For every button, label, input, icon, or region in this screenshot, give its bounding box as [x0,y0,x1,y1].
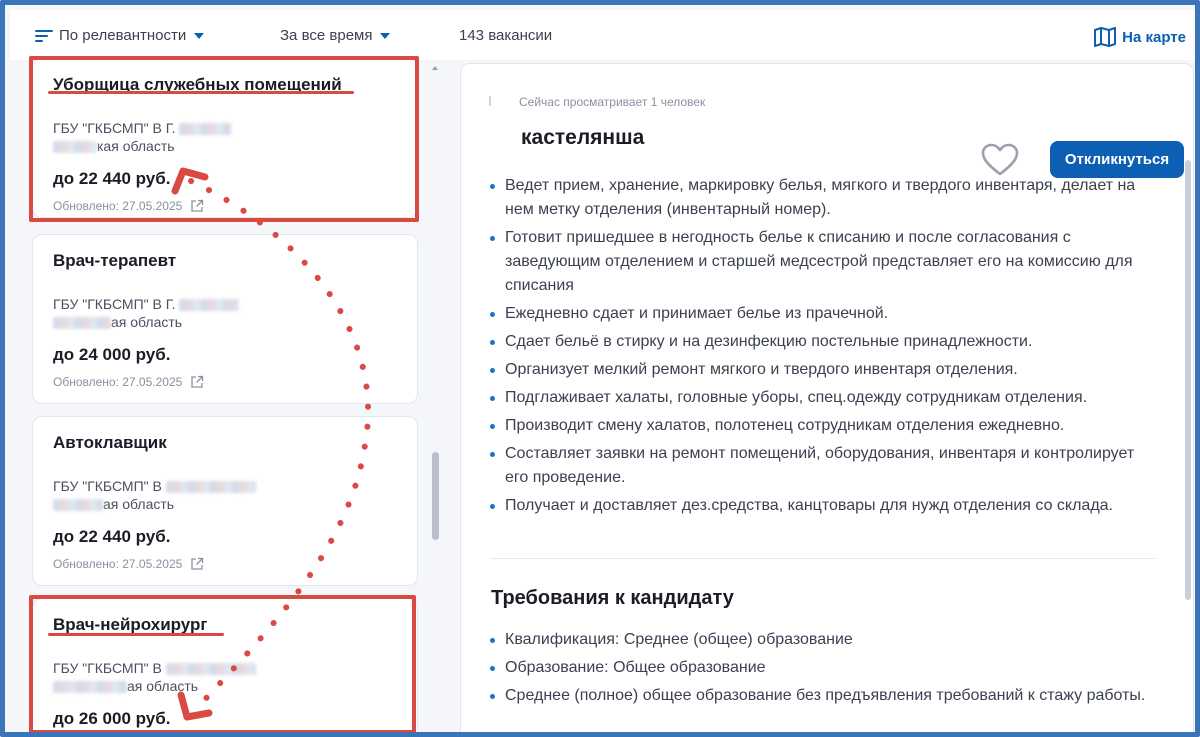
vacancy-region: кая область [53,137,397,155]
vacancy-count: 143 вакансии [459,27,553,44]
duty-item: Получает и доставляет дез.средства, канц… [489,494,1159,518]
section-divider [491,558,1155,559]
vacancy-updated: Обновлено: 27.05.2025 [53,375,397,389]
vacancy-salary: до 22 440 руб. [53,169,171,188]
duty-item: Производит смену халатов, полотенец сотр… [489,414,1159,438]
vacancy-region: ая область [53,495,397,513]
vacancy-title: Автоклавщик [53,433,167,452]
requirement-item: Среднее (полное) общее образование без п… [489,684,1159,708]
vacancy-title: Врач-терапевт [53,251,177,270]
divider-mark [489,96,491,106]
duty-item: Составляет заявки на ремонт помещений, о… [489,442,1159,490]
highlight-underline [48,91,354,94]
highlight-underline [48,633,224,636]
vacancy-salary: до 22 440 руб. [53,527,171,546]
vacancy-title: Врач-нейрохирург [53,615,208,634]
vacancy-card[interactable]: Уборщица служебных помещений ГБУ "ГКБСМП… [32,60,418,218]
screenshot-frame: По релевантности За все время 143 ваканс… [0,0,1200,737]
employer-name: ГБУ "ГКБСМП" В Г. [53,119,397,137]
vacancy-region: ая область [53,313,397,331]
duty-item: Ежедневно сдает и принимает белье из пра… [489,302,1159,326]
employer-name: ГБУ "ГКБСМП" В [53,659,397,677]
duties-list: Ведет прием, хранение, маркировку белья,… [489,174,1159,522]
list-scrollbar[interactable] [432,452,439,540]
duty-item: Организует мелкий ремонт мягкого и тверд… [489,358,1159,382]
chevron-down-icon [194,32,205,39]
scroll-up-arrow[interactable] [432,66,438,70]
vacancy-card[interactable]: Врач-нейрохирург ГБУ "ГКБСМП" В ая облас… [32,598,418,732]
employer-name: ГБУ "ГКБСМП" В [53,477,397,495]
sort-dropdown[interactable]: По релевантности [35,27,205,44]
sort-icon [35,29,53,43]
vacancy-detail: Сейчас просматривает 1 человек кастелянш… [460,63,1194,732]
detail-scrollbar[interactable] [1185,160,1191,600]
filter-toolbar: По релевантности За все время 143 ваканс… [10,10,1195,60]
requirement-item: Квалификация: Среднее (общее) образовани… [489,628,1159,652]
duty-item: Сдает бельё в стирку и на дезинфекцию по… [489,330,1159,354]
map-label: На карте [1122,28,1186,46]
vacancy-salary: до 26 000 руб. [53,709,171,728]
external-link-icon[interactable] [190,557,204,571]
heart-icon[interactable] [980,142,1020,178]
vacancy-detail-title: кастелянша [521,126,645,149]
period-label: За все время [280,27,373,44]
external-link-icon[interactable] [190,199,204,213]
sort-label: По релевантности [59,27,187,44]
employer-name: ГБУ "ГКБСМП" В Г. [53,295,397,313]
requirements-heading: Требования к кандидату [491,587,734,609]
map-icon [1094,27,1117,47]
external-link-icon[interactable] [190,375,204,389]
duty-item: Подглаживает халаты, головные уборы, спе… [489,386,1159,410]
apply-button[interactable]: Откликнуться [1050,141,1184,178]
chevron-down-icon [380,32,391,39]
duty-item: Готовит пришедшее в негодность белье к с… [489,226,1159,298]
vacancy-salary: до 24 000 руб. [53,345,171,364]
map-button[interactable]: На карте [1094,27,1186,47]
vacancy-card[interactable]: Автоклавщик ГБУ "ГКБСМП" В ая область до… [32,416,418,586]
vacancy-updated: Обновлено: 27.05.2025 [53,199,397,213]
vacancy-card[interactable]: Врач-терапевт ГБУ "ГКБСМП" В Г. ая облас… [32,234,418,404]
vacancy-region: ая область [53,677,397,695]
vacancy-updated: Обновлено: 27.05.2025 [53,557,397,571]
duty-item: Ведет прием, хранение, маркировку белья,… [489,174,1159,222]
viewers-count: Сейчас просматривает 1 человек [519,95,706,109]
requirement-item: Образование: Общее образование [489,656,1159,680]
requirements-list: Квалификация: Среднее (общее) образовани… [489,628,1159,712]
period-dropdown[interactable]: За все время [280,27,391,44]
